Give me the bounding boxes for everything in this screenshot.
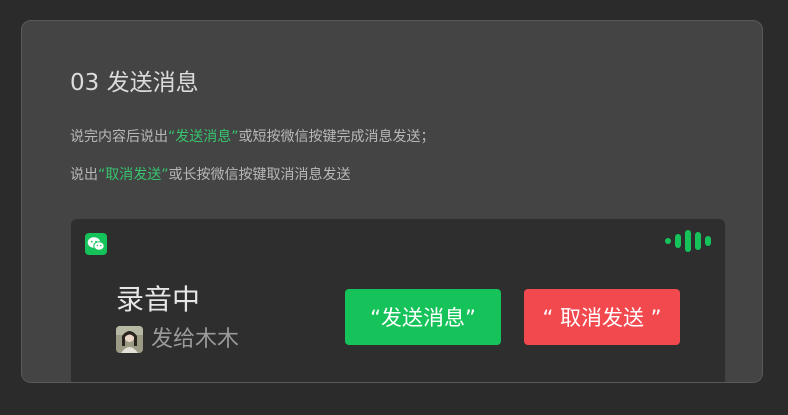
section-title: 03 发送消息 bbox=[70, 70, 199, 96]
highlight-phrase-cancel: “取消发送” bbox=[98, 167, 169, 183]
instruction-text: 或短按微信按键完成消息发送； bbox=[238, 129, 435, 145]
recording-panel: 录音中 发给木木 “发送消息” “ 取消发送 ” bbox=[71, 219, 725, 382]
send-message-button[interactable]: “发送消息” bbox=[345, 289, 501, 345]
recipient-prefix: 发给 bbox=[151, 327, 196, 352]
instruction-text: 说完内容后说出 bbox=[70, 129, 168, 145]
highlight-phrase-send: “发送消息” bbox=[168, 129, 239, 145]
cancel-send-button[interactable]: “ 取消发送 ” bbox=[524, 289, 680, 345]
instruction-text: 说出 bbox=[70, 167, 98, 183]
voice-level-icon bbox=[665, 229, 711, 253]
instruction-card: 03 发送消息 说完内容后说出“发送消息”或短按微信按键完成消息发送； 说出“取… bbox=[21, 20, 763, 383]
instruction-text: 或长按微信按键取消消息发送 bbox=[168, 167, 351, 183]
avatar bbox=[116, 326, 143, 353]
recipient-name: 木木 bbox=[195, 327, 240, 352]
instruction-line-send: 说完内容后说出“发送消息”或短按微信按键完成消息发送； bbox=[70, 127, 435, 147]
instruction-line-cancel: 说出“取消发送”或长按微信按键取消消息发送 bbox=[70, 165, 351, 185]
wechat-icon bbox=[85, 233, 107, 255]
recipient-label: 发给木木 bbox=[151, 326, 239, 354]
recording-status: 录音中 bbox=[116, 283, 201, 316]
